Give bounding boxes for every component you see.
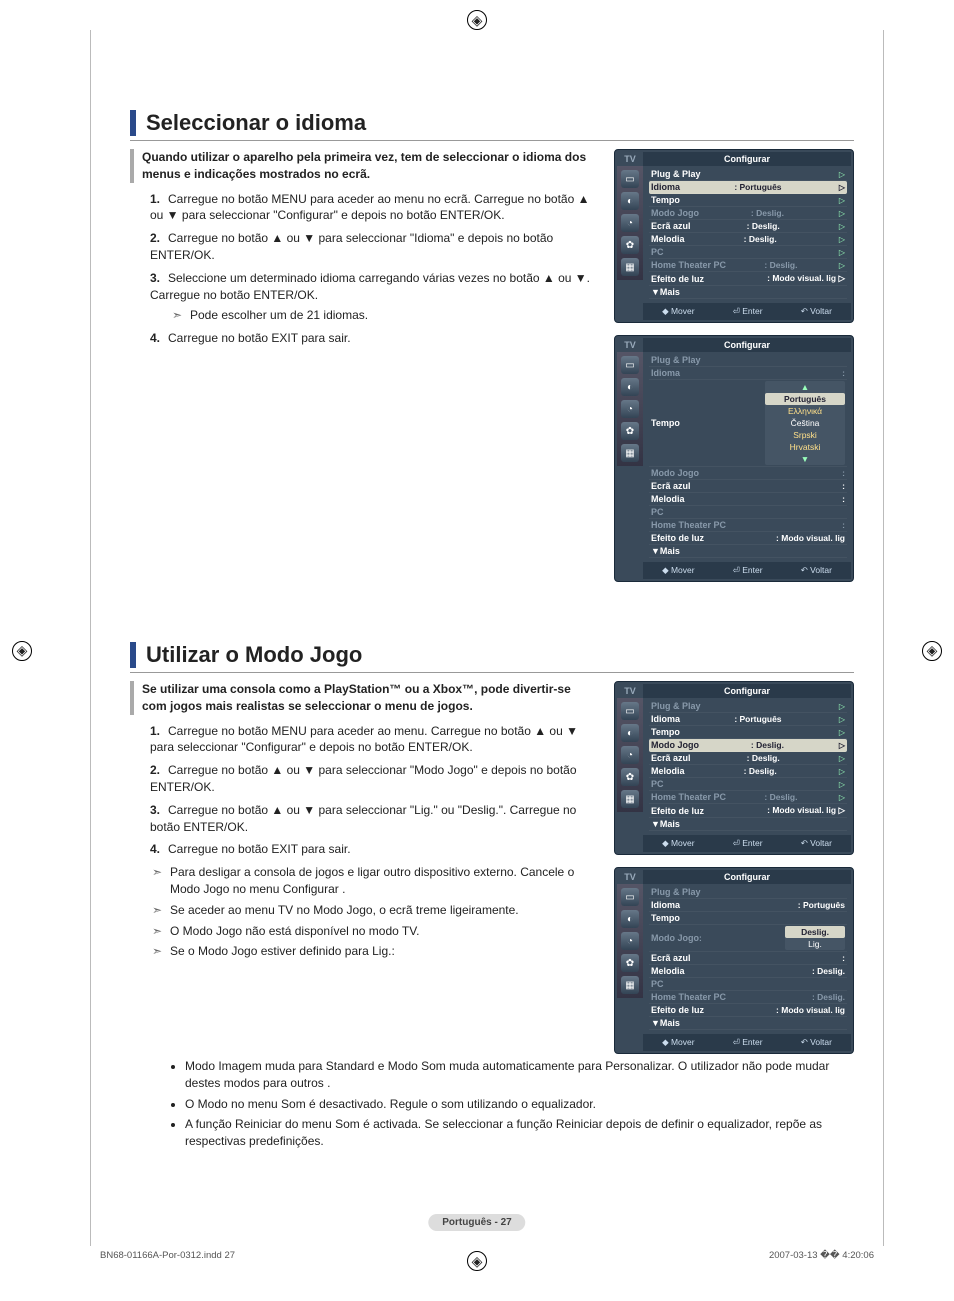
footer-timestamp: 2007-03-13 �� 4:20:06 — [769, 1250, 874, 1261]
bullet-2: O Modo no menu Som é desactivado. Regule… — [185, 1096, 854, 1113]
input-icon: ▦ — [621, 790, 639, 808]
osd-title: Configurar — [643, 152, 851, 166]
crop-mark-right — [922, 641, 942, 661]
title-accent-bar — [130, 642, 136, 668]
step-2: 2.Carregue no botão ▲ ou ▼ para seleccio… — [150, 230, 594, 264]
margin-rule-left — [90, 30, 91, 1246]
sound-icon: ◐ — [621, 192, 639, 210]
sound-icon: ◐ — [621, 378, 639, 396]
print-footer: BN68-01166A-Por-0312.indd 27 2007-03-13 … — [100, 1250, 874, 1261]
channel-icon: ◔ — [621, 932, 639, 950]
setup-icon: ✿ — [621, 768, 639, 786]
modojogo-dropdown[interactable]: Deslig. Lig. — [785, 926, 845, 950]
section-intro: Quando utilizar o aparelho pela primeira… — [130, 149, 594, 183]
section-intro: Se utilizar uma consola como a PlayStati… — [130, 681, 594, 715]
steps-list: 1.Carregue no botão MENU para aceder ao … — [130, 191, 594, 347]
setup-icon: ✿ — [621, 236, 639, 254]
bullet-3: A função Reiniciar do menu Som é activad… — [185, 1116, 854, 1150]
setup-icon: ✿ — [621, 954, 639, 972]
language-dropdown[interactable]: ▲ Português Eλληνικά Čeština Srpski Hrva… — [765, 381, 845, 465]
section-title: Seleccionar o idioma — [146, 110, 366, 136]
osd-configurar-modojogo-highlight: TV ▭ ◐ ◔ ✿ ▦ Configurar — [614, 681, 854, 855]
osd-footer-hints: ◆ Mover ⏎ Enter ↶ Voltar — [643, 303, 851, 320]
picture-icon: ▭ — [621, 170, 639, 188]
step-4: 4.Carregue no botão EXIT para sair. — [150, 841, 594, 858]
section-modo-jogo: Utilizar o Modo Jogo Se utilizar uma con… — [130, 642, 854, 1150]
osd-item-idioma-selected[interactable]: Idioma: Português▷ — [649, 181, 847, 194]
page-number-badge: Português - 27 — [428, 1214, 525, 1231]
step-4: 4.Carregue no botão EXIT para sair. — [150, 330, 594, 347]
note-1: Para desligar a consola de jogos e ligar… — [130, 864, 594, 898]
osd-item-modojogo-selected[interactable]: Modo Jogo: Deslig.▷ — [649, 739, 847, 752]
margin-rule-right — [883, 30, 884, 1246]
section-seleccionar-idioma: Seleccionar o idioma Quando utilizar o a… — [130, 110, 854, 582]
crop-mark-top — [467, 10, 487, 30]
osd-icon-rail: ▭ ◐ ◔ ✿ ▦ — [617, 166, 643, 280]
bullet-1: Modo Imagem muda para Standard e Modo So… — [185, 1058, 854, 1092]
input-icon: ▦ — [621, 976, 639, 994]
sound-icon: ◐ — [621, 910, 639, 928]
note-3: O Modo Jogo não está disponível no modo … — [130, 923, 594, 940]
note-2: Se aceder ao menu TV no Modo Jogo, o ecr… — [130, 902, 594, 919]
step-1: 1.Carregue no botão MENU para aceder ao … — [150, 191, 594, 225]
channel-icon: ◔ — [621, 746, 639, 764]
channel-icon: ◔ — [621, 400, 639, 418]
crop-mark-left — [12, 641, 32, 661]
osd-configurar-modojogo-dropdown: TV ▭ ◐ ◔ ✿ ▦ Configurar — [614, 867, 854, 1054]
title-accent-bar — [130, 110, 136, 136]
osd-configurar-idioma-highlight: TV ▭ ◐ ◔ ✿ ▦ Configurar — [614, 149, 854, 323]
bullets-list: Modo Imagem muda para Standard e Modo So… — [130, 1058, 854, 1150]
step-3: 3.Carregue no botão ▲ ou ▼ para seleccio… — [150, 802, 594, 836]
step-3: 3.Seleccione um determinado idioma carre… — [150, 270, 594, 324]
step-2: 2.Carregue no botão ▲ ou ▼ para seleccio… — [150, 762, 594, 796]
step-3-note: Pode escolher um de 21 idiomas. — [150, 307, 594, 324]
input-icon: ▦ — [621, 444, 639, 462]
osd-source-label: TV — [617, 152, 643, 166]
input-icon: ▦ — [621, 258, 639, 276]
footer-filename: BN68-01166A-Por-0312.indd 27 — [100, 1250, 235, 1261]
section-title: Utilizar o Modo Jogo — [146, 642, 362, 668]
step-1: 1.Carregue no botão MENU para aceder ao … — [150, 723, 594, 757]
picture-icon: ▭ — [621, 356, 639, 374]
note-4: Se o Modo Jogo estiver definido para Lig… — [130, 943, 594, 960]
steps-list: 1.Carregue no botão MENU para aceder ao … — [130, 723, 594, 859]
picture-icon: ▭ — [621, 888, 639, 906]
channel-icon: ◔ — [621, 214, 639, 232]
sound-icon: ◐ — [621, 724, 639, 742]
osd-configurar-idioma-dropdown: TV ▭ ◐ ◔ ✿ ▦ Configurar — [614, 335, 854, 582]
picture-icon: ▭ — [621, 702, 639, 720]
setup-icon: ✿ — [621, 422, 639, 440]
